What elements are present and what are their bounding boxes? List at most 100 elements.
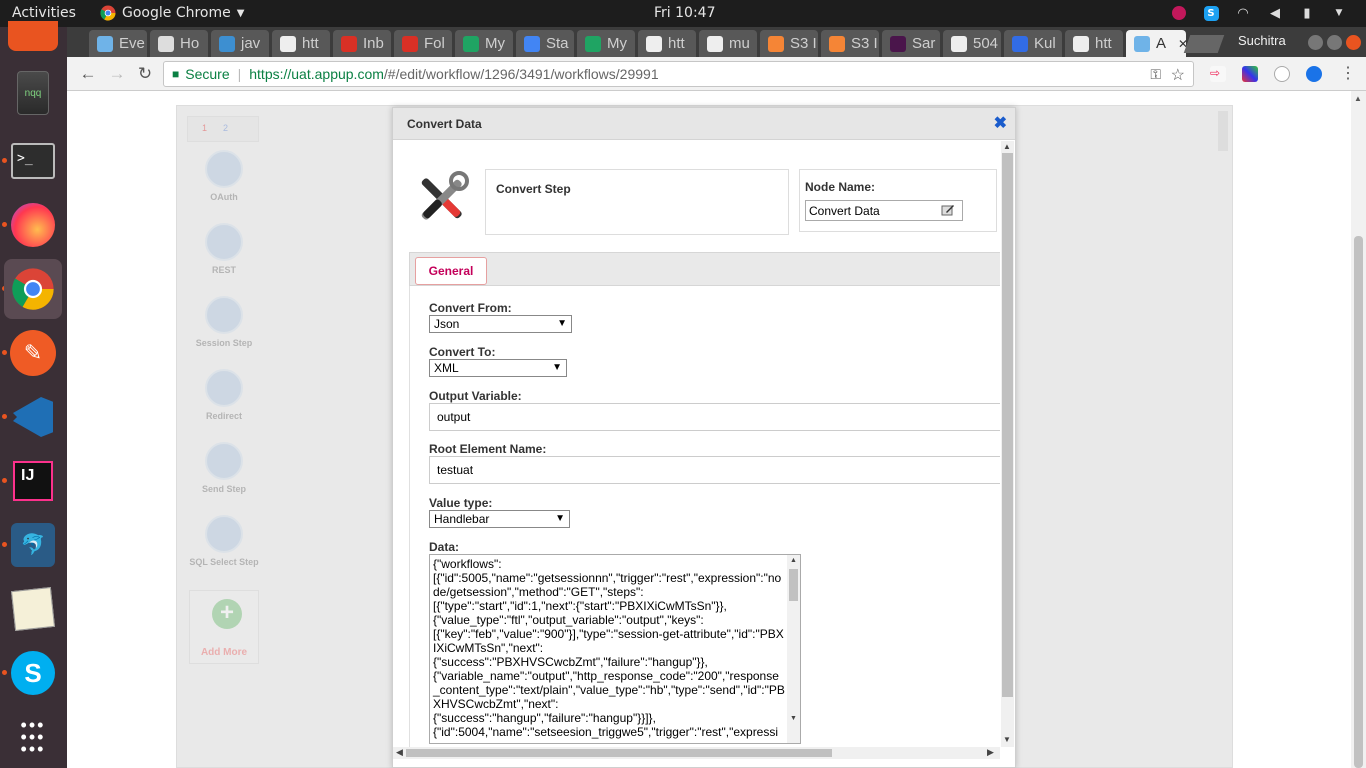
browser-tab-label: htt: [668, 35, 685, 52]
data-textarea-scrollbar[interactable]: ▲ ▼: [787, 555, 800, 743]
scroll-up-icon[interactable]: ▲: [790, 557, 797, 564]
browser-tab[interactable]: Kul: [1004, 30, 1062, 57]
app-menu[interactable]: Google Chrome ▼: [100, 5, 244, 21]
browser-tab[interactable]: Sar: [882, 30, 940, 57]
scroll-right-icon[interactable]: ▶: [987, 747, 994, 758]
key-icon[interactable]: ⚿: [1150, 66, 1161, 83]
palette-item-send-step[interactable]: Send Step: [187, 442, 261, 504]
browser-tab[interactable]: htt: [638, 30, 696, 57]
scroll-up-icon[interactable]: ▲: [1003, 142, 1011, 151]
dialog-vertical-scrollbar[interactable]: ▲ ▼: [1001, 141, 1014, 747]
browser-tab[interactable]: 504: [943, 30, 1001, 57]
root-element-input[interactable]: [429, 456, 1000, 484]
extension-arrow-icon[interactable]: ⇨: [1210, 66, 1226, 82]
vscode-icon[interactable]: [8, 392, 58, 442]
gmail-icon: [341, 35, 357, 52]
palette-item-sql-select-step[interactable]: SQL Select Step: [187, 515, 261, 577]
browser-tab[interactable]: My: [577, 30, 635, 57]
terminal-icon[interactable]: >_: [8, 136, 58, 186]
address-bar[interactable]: ■ Secure | https://uat.appup.com/#/edit/…: [163, 61, 1194, 87]
minimize-button[interactable]: [1308, 35, 1323, 50]
browser-tab-label: Sta: [546, 35, 569, 52]
output-variable-input[interactable]: [429, 403, 1000, 431]
browser-tab[interactable]: My: [455, 30, 513, 57]
extension-colorpick-icon[interactable]: [1242, 66, 1258, 82]
caret-down-icon: ▼: [552, 362, 562, 373]
forward-button[interactable]: →: [106, 63, 128, 85]
value-type-select[interactable]: Handlebar ▼: [429, 510, 570, 528]
browser-tab[interactable]: htt: [272, 30, 330, 57]
text-editor-icon[interactable]: [8, 584, 58, 634]
chevron-down-icon[interactable]: ▼: [1330, 4, 1348, 22]
profile-name[interactable]: Suchitra: [1238, 33, 1286, 48]
tab-general[interactable]: General: [415, 257, 487, 285]
wifi-icon[interactable]: ◠: [1234, 4, 1252, 22]
scroll-thumb[interactable]: [1354, 236, 1363, 768]
firefox-icon[interactable]: [8, 200, 58, 250]
browser-tab[interactable]: Fol: [394, 30, 452, 57]
extension-globe-icon[interactable]: [1306, 66, 1322, 82]
back-button[interactable]: ←: [77, 63, 99, 85]
palette-item-label: SQL Select Step: [189, 557, 259, 567]
browser-tab[interactable]: A ✕: [1126, 30, 1186, 57]
maximize-button[interactable]: [1327, 35, 1342, 50]
url-path: /#/edit/workflow/1296/3491/workflows/299…: [383, 66, 659, 82]
convert-to-select[interactable]: XML ▼: [429, 359, 567, 377]
palette-item-session-step[interactable]: Session Step: [187, 296, 261, 358]
dialog-horizontal-scrollbar[interactable]: ◀ ▶: [393, 747, 1000, 759]
add-more-button[interactable]: + Add More: [189, 590, 259, 664]
mysql-workbench-icon[interactable]: 🐬: [8, 520, 58, 570]
firefox-tray-icon[interactable]: [1170, 4, 1188, 22]
intellij-icon[interactable]: IJ: [8, 456, 58, 506]
scroll-left-icon[interactable]: ◀: [396, 747, 403, 758]
value-type-label: Value type:: [429, 496, 493, 510]
scroll-down-icon[interactable]: ▼: [790, 715, 797, 722]
chevron-down-icon: ▼: [236, 7, 245, 19]
browser-tab[interactable]: S3 I: [821, 30, 879, 57]
reload-button[interactable]: ↻: [134, 63, 156, 85]
browser-tab[interactable]: Sta: [516, 30, 574, 57]
menu-kebab-icon[interactable]: ⋮: [1340, 63, 1356, 83]
nqq-icon[interactable]: nqq: [8, 68, 58, 118]
close-icon[interactable]: ✖: [994, 113, 1007, 133]
browser-tab[interactable]: mu: [699, 30, 757, 57]
skype-icon[interactable]: S: [8, 648, 58, 698]
palette-item-redirect[interactable]: Redirect: [187, 369, 261, 431]
data-textarea[interactable]: {"workflows": [{"id":5005,"name":"getses…: [429, 554, 801, 744]
node-name-input[interactable]: [805, 200, 963, 221]
chrome-launcher-icon[interactable]: [4, 259, 62, 319]
editor-scrollbar[interactable]: [1218, 111, 1228, 151]
show-applications-icon[interactable]: ••• ••• •••: [8, 712, 58, 762]
browser-tab[interactable]: htt: [1065, 30, 1123, 57]
scroll-thumb[interactable]: [789, 569, 798, 601]
edit-icon[interactable]: [941, 203, 955, 217]
scroll-down-icon[interactable]: ▼: [1003, 735, 1011, 744]
browser-tab[interactable]: S3 I: [760, 30, 818, 57]
bookmark-star-icon[interactable]: ☆: [1171, 65, 1185, 85]
page-scrollbar[interactable]: ▲: [1351, 91, 1366, 768]
software-center-icon[interactable]: [8, 21, 58, 51]
clock[interactable]: Fri 10:47: [654, 5, 715, 21]
postman-icon[interactable]: ✎: [8, 328, 58, 378]
skype-tray-icon[interactable]: S: [1202, 4, 1220, 22]
volume-icon[interactable]: ◀: [1266, 4, 1284, 22]
battery-icon[interactable]: ▮: [1298, 4, 1316, 22]
palette-tab-1[interactable]: 1: [202, 123, 207, 141]
palette-tab-2[interactable]: 2: [223, 123, 228, 141]
palette-item-oauth[interactable]: OAuth: [187, 150, 261, 212]
browser-tab[interactable]: Eve: [89, 30, 147, 57]
page-icon: [707, 35, 723, 52]
new-tab-button[interactable]: [1183, 35, 1225, 53]
scroll-up-icon[interactable]: ▲: [1354, 94, 1362, 103]
scroll-thumb[interactable]: [406, 749, 832, 757]
send-icon: [205, 442, 243, 480]
convert-from-select[interactable]: Json ▼: [429, 315, 572, 333]
palette-item-rest[interactable]: REST: [187, 223, 261, 285]
close-window-button[interactable]: [1346, 35, 1361, 50]
activities-button[interactable]: Activities: [12, 5, 76, 21]
browser-tab[interactable]: Ho: [150, 30, 208, 57]
browser-tab[interactable]: Inb: [333, 30, 391, 57]
extension-clock-icon[interactable]: [1274, 66, 1290, 82]
scroll-thumb[interactable]: [1002, 153, 1013, 697]
browser-tab[interactable]: jav: [211, 30, 269, 57]
